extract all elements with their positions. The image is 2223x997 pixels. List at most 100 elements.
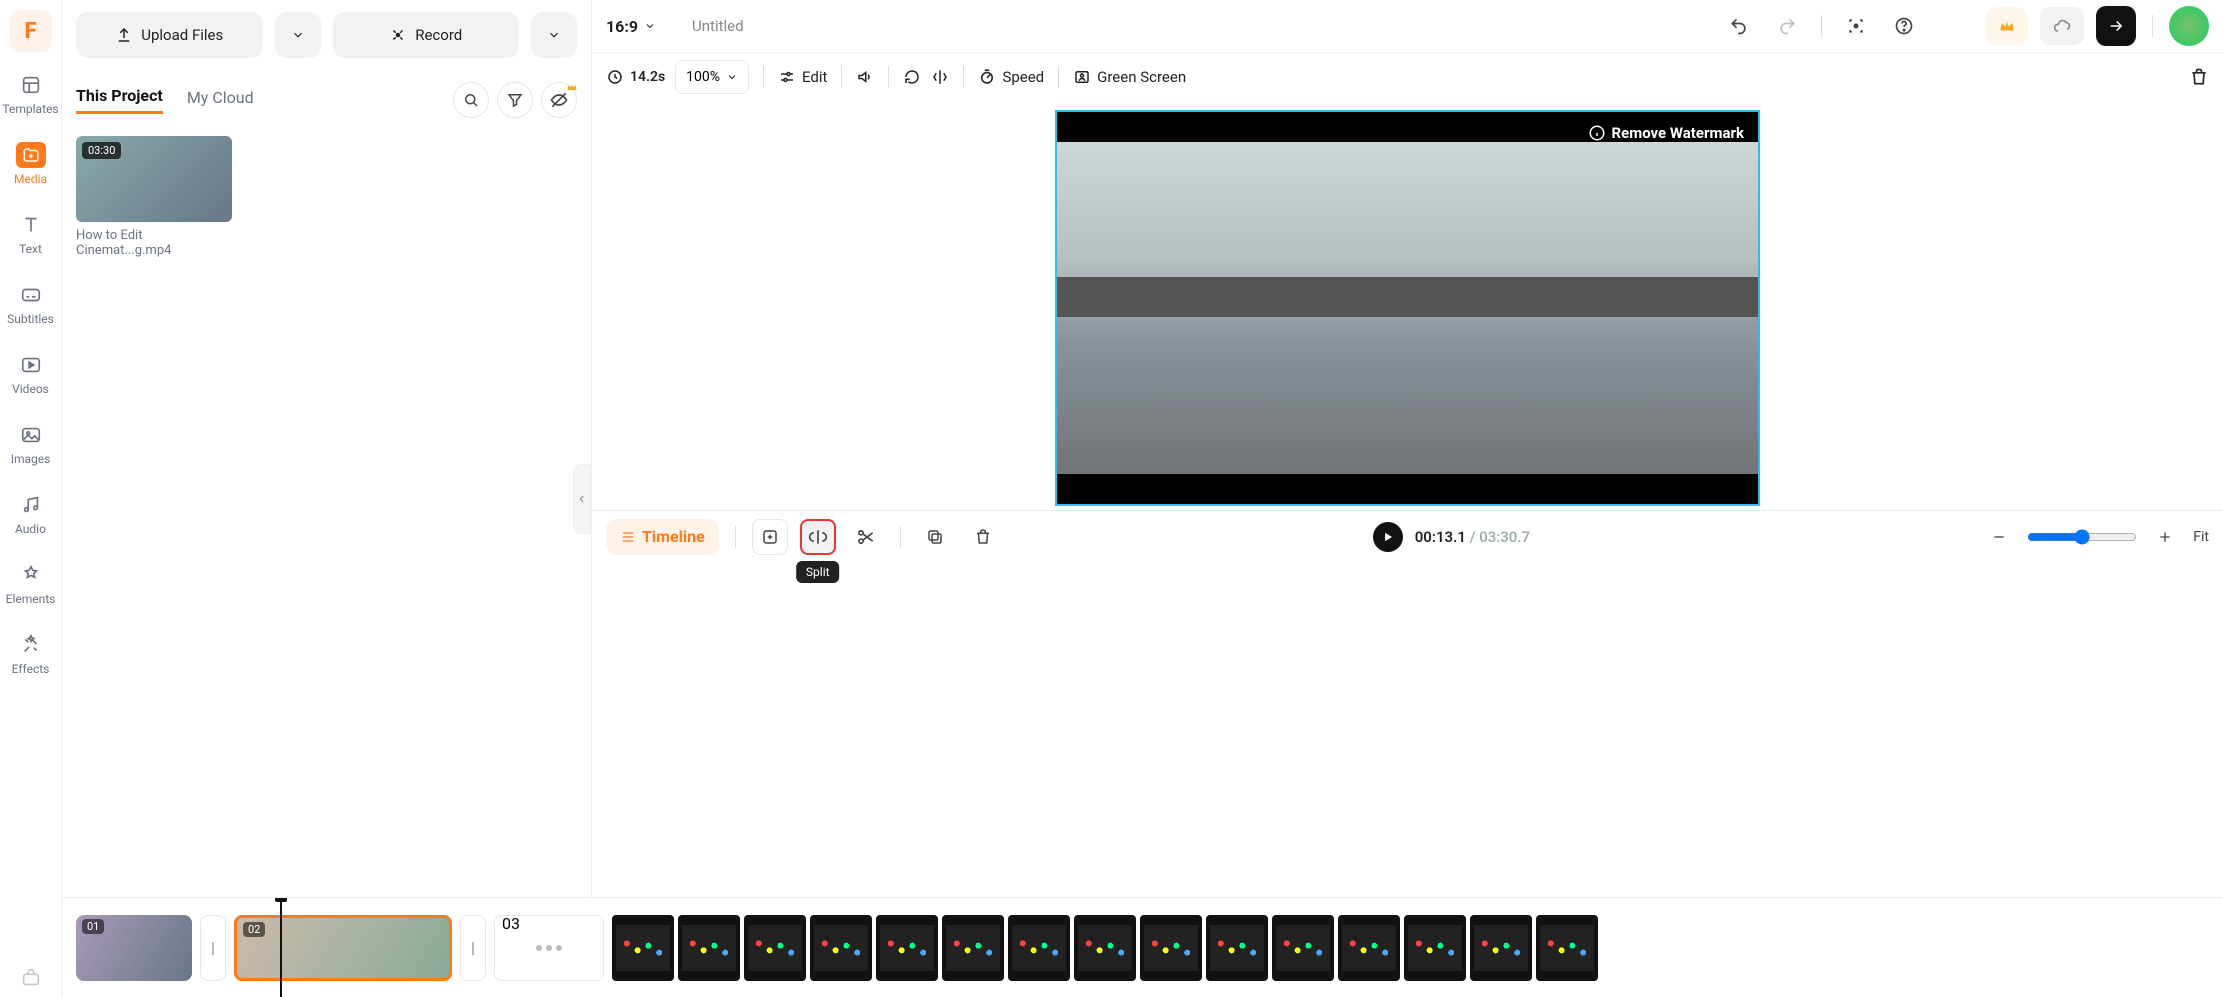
export-button[interactable] bbox=[2096, 6, 2136, 46]
tab-my-cloud[interactable]: My Cloud bbox=[187, 88, 254, 113]
volume-button[interactable] bbox=[856, 68, 874, 86]
divider bbox=[1058, 66, 1059, 88]
sidebar-item-media[interactable]: Media bbox=[0, 136, 61, 192]
timeline-frame[interactable] bbox=[1536, 915, 1598, 981]
edit-button[interactable]: Edit bbox=[778, 68, 827, 86]
timeline-frame[interactable] bbox=[876, 915, 938, 981]
media-thumbnail[interactable]: 03:30 bbox=[76, 136, 232, 222]
minus-icon bbox=[1991, 529, 2007, 545]
sidebar-item-images[interactable]: Images bbox=[0, 416, 61, 472]
split-button[interactable] bbox=[800, 519, 836, 555]
upload-label: Upload Files bbox=[141, 26, 223, 44]
timeline-frame[interactable] bbox=[1272, 915, 1334, 981]
plus-icon bbox=[2157, 529, 2173, 545]
sidebar-item-effects[interactable]: Effects bbox=[0, 626, 61, 682]
speed-button[interactable]: Speed bbox=[978, 68, 1044, 86]
timeline-icon bbox=[620, 529, 636, 545]
divider bbox=[763, 66, 764, 88]
templates-icon bbox=[18, 72, 44, 98]
delete-button[interactable] bbox=[965, 519, 1001, 555]
sidebar-item-subtitles[interactable]: Subtitles bbox=[0, 276, 61, 332]
timeline-clip-selected[interactable]: 02 bbox=[234, 915, 452, 981]
sidebar-item-audio[interactable]: Audio bbox=[0, 486, 61, 542]
sidebar-item-videos[interactable]: Videos bbox=[0, 346, 61, 402]
remove-watermark-button[interactable]: Remove Watermark bbox=[1588, 124, 1745, 142]
upload-icon bbox=[115, 26, 133, 44]
collapse-panel-button[interactable] bbox=[573, 464, 591, 534]
timeline-frame[interactable] bbox=[744, 915, 806, 981]
help-icon bbox=[1894, 16, 1914, 36]
zoom-in-button[interactable] bbox=[2147, 519, 2183, 555]
play-button[interactable] bbox=[1373, 522, 1403, 552]
briefcase-icon bbox=[18, 965, 44, 991]
effects-icon bbox=[18, 632, 44, 658]
timeline-label[interactable]: Timeline bbox=[606, 519, 719, 555]
record-button[interactable]: Record bbox=[333, 12, 520, 58]
sidebar-item-label: Effects bbox=[12, 662, 50, 676]
undo-button[interactable] bbox=[1721, 8, 1757, 44]
user-avatar[interactable] bbox=[2169, 6, 2209, 46]
cut-button[interactable] bbox=[848, 519, 884, 555]
duplicate-button[interactable] bbox=[917, 519, 953, 555]
upload-files-button[interactable]: Upload Files bbox=[76, 12, 263, 58]
timeline-frame[interactable] bbox=[1140, 915, 1202, 981]
timeline-clip-loading[interactable]: 03 bbox=[494, 915, 604, 981]
greenscreen-button[interactable]: Green Screen bbox=[1073, 68, 1186, 86]
sidebar-item-text[interactable]: Text bbox=[0, 206, 61, 262]
timeline-frame[interactable] bbox=[1470, 915, 1532, 981]
timeline-frame[interactable] bbox=[1338, 915, 1400, 981]
fit-button[interactable]: Fit bbox=[2193, 529, 2209, 545]
hide-used-button[interactable] bbox=[541, 82, 577, 118]
zoom-select[interactable]: 100% bbox=[675, 60, 749, 94]
info-icon bbox=[1588, 124, 1606, 142]
divider bbox=[735, 526, 736, 548]
redo-button[interactable] bbox=[1769, 8, 1805, 44]
aspect-ratio-select[interactable]: 16:9 bbox=[606, 17, 656, 36]
clip-duration[interactable]: 14.2s bbox=[606, 68, 665, 86]
sidebar-item-templates[interactable]: Templates bbox=[0, 66, 61, 122]
zoom-out-button[interactable] bbox=[1981, 519, 2017, 555]
media-duration: 03:30 bbox=[82, 142, 121, 159]
timeline-frame[interactable] bbox=[1008, 915, 1070, 981]
help-button[interactable] bbox=[1886, 8, 1922, 44]
sidebar-item-label: Templates bbox=[2, 102, 58, 116]
timeline-frame[interactable] bbox=[1206, 915, 1268, 981]
zoom-slider[interactable] bbox=[2027, 529, 2137, 545]
chevron-down-icon bbox=[644, 20, 656, 32]
screenshot-button[interactable] bbox=[1838, 8, 1874, 44]
timeline-clip[interactable]: 01 bbox=[76, 915, 192, 981]
upload-dropdown-button[interactable] bbox=[275, 12, 321, 58]
clip-handle[interactable]: | bbox=[200, 915, 226, 981]
rotate-button[interactable] bbox=[903, 68, 921, 86]
sidebar-item-elements[interactable]: Elements bbox=[0, 556, 61, 612]
video-preview[interactable]: Remove Watermark bbox=[1055, 110, 1760, 506]
timeline-frame[interactable] bbox=[810, 915, 872, 981]
project-title[interactable]: Untitled bbox=[692, 17, 744, 35]
flip-button[interactable] bbox=[931, 68, 949, 86]
timeline-frame[interactable] bbox=[1074, 915, 1136, 981]
delete-clip-button[interactable] bbox=[2189, 67, 2209, 87]
timeline-frame[interactable] bbox=[612, 915, 674, 981]
search-button[interactable] bbox=[453, 82, 489, 118]
timeline-frames[interactable] bbox=[612, 915, 2209, 981]
cloud-sync-button[interactable] bbox=[2040, 7, 2084, 45]
clip-handle[interactable]: | bbox=[460, 915, 486, 981]
edit-label: Edit bbox=[802, 68, 827, 86]
filter-button[interactable] bbox=[497, 82, 533, 118]
add-track-button[interactable] bbox=[752, 519, 788, 555]
timeline-frame[interactable] bbox=[942, 915, 1004, 981]
chevron-down-icon bbox=[547, 28, 561, 42]
elements-icon bbox=[18, 562, 44, 588]
split-tooltip: Split bbox=[796, 561, 840, 583]
record-dropdown-button[interactable] bbox=[531, 12, 577, 58]
tab-this-project[interactable]: This Project bbox=[76, 86, 163, 114]
sidebar-item-brand[interactable] bbox=[0, 959, 61, 997]
media-item[interactable]: 03:30 How to Edit Cinemat...g.mp4 bbox=[76, 136, 232, 258]
greenscreen-label: Green Screen bbox=[1097, 68, 1186, 86]
premium-button[interactable] bbox=[1986, 7, 2028, 45]
playhead[interactable] bbox=[280, 898, 282, 997]
time-total: 03:30.7 bbox=[1479, 528, 1530, 546]
timeline-frame[interactable] bbox=[678, 915, 740, 981]
chevron-down-icon bbox=[726, 71, 738, 83]
timeline-frame[interactable] bbox=[1404, 915, 1466, 981]
